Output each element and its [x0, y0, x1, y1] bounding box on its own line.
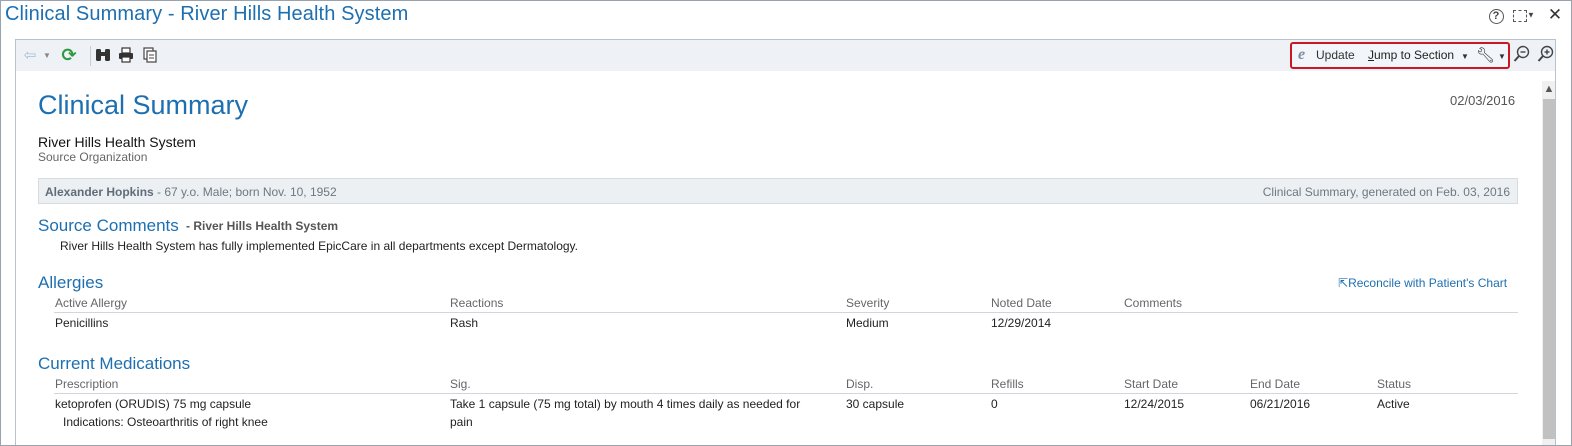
help-icon[interactable]: ? — [1487, 6, 1505, 24]
medication-end-date: 06/21/2016 — [1250, 397, 1311, 411]
medication-column-header: Sig. — [450, 377, 471, 391]
chevron-down-icon[interactable]: ▼ — [1461, 52, 1469, 61]
allergy-noted-date: 12/29/2014 — [991, 316, 1052, 330]
toolbar-divider — [90, 46, 91, 66]
window-menu-icon[interactable]: ▼ — [1511, 6, 1537, 24]
organization-name: River Hills Health System — [38, 134, 196, 150]
report-frame: ⇦ ▼ ⟳ e Update Jump to Section ▼ 🔧︎ ▼ Cl… — [15, 39, 1556, 445]
allergy-reaction: Rash — [450, 316, 479, 330]
update-button[interactable]: Update — [1316, 48, 1355, 62]
reconcile-arrow-icon: ⇱ — [1338, 276, 1349, 290]
source-comments-subheading: - River Hills Health System — [186, 219, 339, 233]
highlighted-actions-group: e Update Jump to Section ▼ 🔧︎ ▼ — [1290, 42, 1510, 69]
patient-name: Alexander Hopkins — [45, 185, 154, 199]
document-date: 02/03/2016 — [1450, 93, 1516, 108]
allergy-name: Penicillins — [55, 316, 109, 330]
jump-label: ump to Section — [1374, 48, 1455, 62]
table-divider — [54, 393, 1518, 394]
back-icon[interactable]: ⇦ — [22, 46, 38, 64]
allergy-severity: Medium — [846, 316, 889, 330]
medication-column-header: Disp. — [846, 377, 874, 391]
scrollbar-thumb[interactable] — [1543, 99, 1555, 439]
current-medications-heading: Current Medications — [38, 354, 191, 373]
medication-start-date: 12/24/2015 — [1124, 397, 1185, 411]
medication-column-header: Refills — [991, 377, 1024, 391]
organization-caption: Source Organization — [38, 150, 148, 164]
source-comments-text: River Hills Health System has fully impl… — [60, 239, 578, 253]
window-title: Clinical Summary - River Hills Health Sy… — [5, 3, 409, 25]
medication-name: ketoprofen (ORUDIS) 75 mg capsule — [55, 397, 252, 411]
source-comments-heading: Source Comments — [38, 216, 179, 235]
medication-sig-continued: pain — [450, 415, 473, 429]
scroll-up-icon[interactable]: ▲ — [1542, 83, 1555, 95]
refresh-icon[interactable]: ⟳ — [60, 45, 78, 65]
medication-refills: 0 — [991, 397, 998, 411]
medication-column-header: End Date — [1250, 377, 1301, 391]
medication-dispense: 30 capsule — [846, 397, 905, 411]
allergy-column-header: Active Allergy — [55, 296, 128, 310]
medication-column-header: Start Date — [1124, 377, 1179, 391]
medication-column-header: Prescription — [55, 377, 119, 391]
epic-logo-icon: e — [1298, 46, 1306, 63]
zoom-in-icon[interactable] — [1537, 45, 1555, 63]
app-window: Clinical Summary - River Hills Health Sy… — [0, 0, 1572, 446]
medication-sig: Take 1 capsule (75 mg total) by mouth 4 … — [450, 397, 801, 411]
medication-column-header: Status — [1377, 377, 1412, 391]
wrench-icon[interactable]: 🔧︎ — [1476, 46, 1495, 64]
find-icon[interactable] — [94, 46, 112, 64]
back-history-chevron-icon[interactable]: ▼ — [40, 46, 54, 64]
allergy-column-header: Comments — [1124, 296, 1183, 310]
page-title: Clinical Summary — [38, 90, 249, 120]
report-toolbar: ⇦ ▼ ⟳ e Update Jump to Section ▼ 🔧︎ ▼ — [16, 40, 1555, 71]
title-bar: Clinical Summary - River Hills Health Sy… — [1, 1, 1571, 31]
clinical-summary-document: Clinical Summary 02/03/2016 River Hills … — [16, 71, 1540, 445]
allergy-column-header: Severity — [846, 296, 890, 310]
reconcile-link[interactable]: ⇱Reconcile with Patient's Chart — [1338, 276, 1507, 290]
copy-icon[interactable] — [141, 46, 159, 64]
chevron-down-icon[interactable]: ▼ — [1498, 52, 1506, 61]
close-icon[interactable]: ✕ — [1545, 6, 1565, 24]
patient-demographics: - 67 y.o. Male; born Nov. 10, 1952 — [157, 185, 337, 199]
allergy-column-header: Reactions — [450, 296, 504, 310]
print-icon[interactable] — [117, 46, 135, 64]
allergy-column-header: Noted Date — [991, 296, 1052, 310]
allergies-heading: Allergies — [38, 273, 104, 292]
generated-on-text: Clinical Summary, generated on Feb. 03, … — [1262, 185, 1510, 199]
jump-to-section-button[interactable]: Jump to Section — [1368, 48, 1454, 62]
medication-indication: Indications: Osteoarthritis of right kne… — [63, 415, 268, 429]
table-divider — [54, 312, 1518, 313]
medication-status: Active — [1377, 397, 1410, 411]
reconcile-label: Reconcile with Patient's Chart — [1348, 276, 1508, 290]
zoom-out-icon[interactable] — [1513, 45, 1531, 63]
vertical-scrollbar[interactable]: ▲ — [1542, 81, 1555, 445]
patient-banner: Alexander Hopkins - 67 y.o. Male; born N… — [38, 178, 1518, 204]
